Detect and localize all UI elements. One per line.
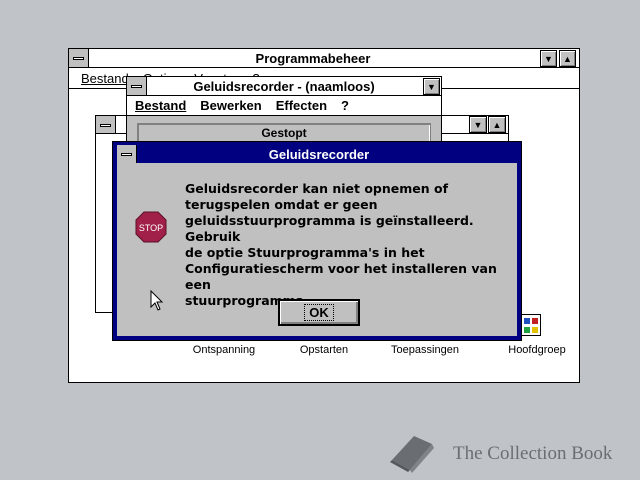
message-line-3: geluidsstuurprogramma is geïnstalleerd. … xyxy=(185,213,474,244)
group-toepassingen[interactable]: Toepassingen xyxy=(379,344,471,356)
group-system-menu-icon[interactable] xyxy=(96,116,116,133)
book-icon xyxy=(390,436,434,473)
pm-titlebar[interactable]: Programmabeheer ▼ ▲ xyxy=(69,49,579,68)
system-menu-icon[interactable] xyxy=(69,49,89,67)
ok-button-label: OK xyxy=(304,304,334,321)
maximize-icon[interactable]: ▲ xyxy=(559,50,576,67)
message-line-4: de optie Stuurprogramma's in het xyxy=(185,245,425,260)
sr-menu-help[interactable]: ? xyxy=(341,98,349,113)
error-dialog: Geluidsrecorder STOP Geluidsrecorder kan… xyxy=(112,141,522,341)
dialog-system-menu-icon[interactable] xyxy=(117,145,137,163)
sr-menubar: Bestand Bewerken Effecten? xyxy=(127,96,441,116)
sr-minimize-icon[interactable]: ▼ xyxy=(423,78,440,95)
sr-system-menu-icon[interactable] xyxy=(127,77,147,95)
mouse-pointer-icon xyxy=(150,290,164,311)
group-hoofdgroep[interactable]: Hoofdgroep xyxy=(487,344,587,356)
message-line-2: terugspelen omdat er geen xyxy=(185,197,378,212)
sr-menu-bestand[interactable]: Bestand xyxy=(135,98,186,113)
message-line-5: Configuratiescherm voor het installeren … xyxy=(185,261,497,292)
stop-icon: STOP xyxy=(135,211,167,243)
dialog-titlebar[interactable]: Geluidsrecorder xyxy=(117,145,517,163)
dialog-title: Geluidsrecorder xyxy=(268,147,370,162)
message-line-1: Geluidsrecorder kan niet opnemen of xyxy=(185,181,449,196)
minimize-icon[interactable]: ▼ xyxy=(540,50,557,67)
stop-icon-label: STOP xyxy=(139,223,163,233)
sr-title: Geluidsrecorder - (naamloos) xyxy=(193,79,375,94)
group-ontspanning[interactable]: Ontspanning xyxy=(179,344,269,356)
sr-status: Gestopt xyxy=(137,123,431,143)
pm-menu-bestand[interactable]: Bestand xyxy=(81,71,129,86)
sr-menu-bewerken[interactable]: Bewerken xyxy=(200,98,261,113)
sr-menu-effecten[interactable]: Effecten xyxy=(276,98,327,113)
sr-titlebar[interactable]: Geluidsrecorder - (naamloos) ▼ xyxy=(127,77,441,96)
dialog-body: STOP Geluidsrecorder kan niet opnemen of… xyxy=(117,163,517,336)
group-opstarten[interactable]: Opstarten xyxy=(279,344,369,356)
dialog-message: Geluidsrecorder kan niet opnemen of teru… xyxy=(185,181,515,309)
ok-button[interactable]: OK xyxy=(278,299,360,326)
watermark-text: The Collection Book xyxy=(453,443,613,464)
hoofdgroep-icon[interactable] xyxy=(521,314,541,336)
group-minimize-icon[interactable]: ▼ xyxy=(469,116,487,133)
group-maximize-icon[interactable]: ▲ xyxy=(488,116,506,133)
pm-title: Programmabeheer xyxy=(255,51,371,66)
